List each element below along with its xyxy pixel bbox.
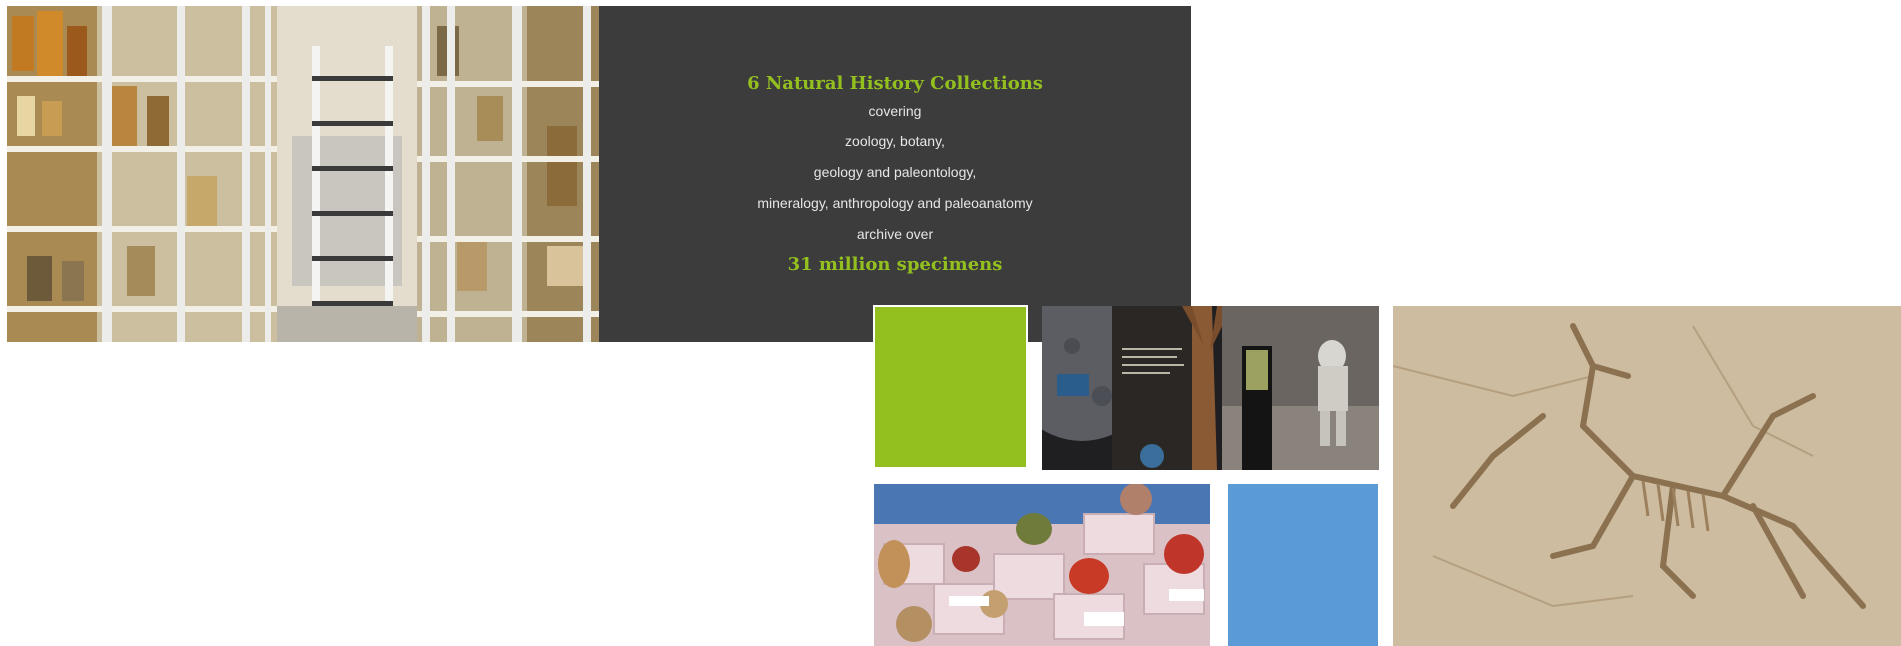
info-line-geology-paleontology: geology and paleontology, [813,164,977,180]
green-accent-tile [873,305,1028,469]
collections-teaser: 6 Natural History Collections covering z… [0,0,1901,646]
collection-shelves-photo [7,6,599,342]
fossil-photo [1393,306,1901,646]
info-line-mineralogy-anthropology: mineralogy, anthropology and paleoanatom… [757,195,1033,211]
green-accent-fill [875,307,1026,467]
fruit-models-photo [874,484,1210,646]
collections-heading: 6 Natural History Collections [747,73,1043,94]
space-exhibit-photo [1042,306,1379,470]
info-line-zoology-botany: zoology, botany, [845,133,945,149]
specimen-count-highlight: 31 million specimens [787,254,1003,275]
info-line-covering: covering [868,103,922,119]
info-line-archive-over: archive over [856,226,934,242]
collections-info-panel: 6 Natural History Collections covering z… [599,6,1191,342]
blue-accent-tile [1228,484,1378,646]
